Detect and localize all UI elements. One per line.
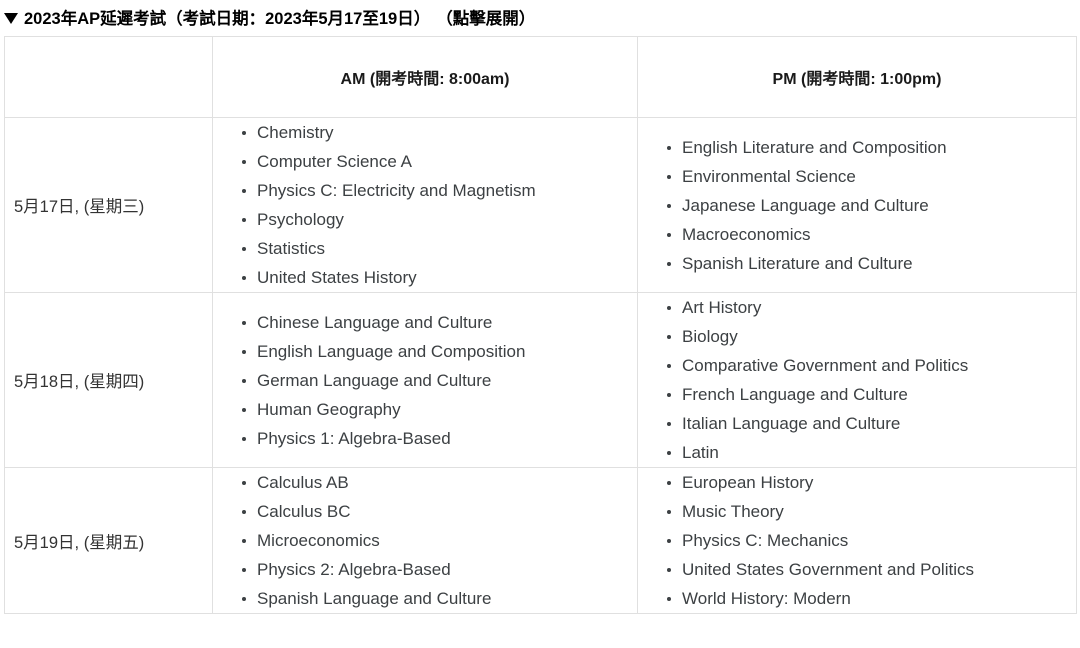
list-item: Chinese Language and Culture (241, 308, 629, 337)
list-item: Japanese Language and Culture (666, 191, 1068, 220)
list-item: Statistics (241, 234, 629, 263)
page-root: 2023年AP延遲考試（考試日期：2023年5月17至19日） （點擊展開） A… (0, 0, 1080, 648)
subject-list: Calculus AB Calculus BC Microeconomics P… (213, 468, 637, 613)
list-item: Human Geography (241, 395, 629, 424)
subject-list: Chemistry Computer Science A Physics C: … (213, 118, 637, 292)
list-item: Latin (666, 438, 1068, 467)
pm-subjects-cell: English Literature and Composition Envir… (637, 117, 1077, 293)
list-item: Spanish Literature and Culture (666, 249, 1068, 278)
list-item: European History (666, 468, 1068, 497)
am-subjects-cell: Calculus AB Calculus BC Microeconomics P… (212, 467, 638, 614)
column-header-pm: PM (開考時間: 1:00pm) (637, 36, 1077, 118)
list-item: Physics 1: Algebra-Based (241, 424, 629, 453)
list-item: Comparative Government and Politics (666, 351, 1068, 380)
exam-date-cell: 5月17日, (星期三) (4, 117, 213, 293)
subject-list: English Literature and Composition Envir… (638, 133, 1076, 278)
list-item: Physics C: Electricity and Magnetism (241, 176, 629, 205)
am-subjects-cell: Chemistry Computer Science A Physics C: … (212, 117, 638, 293)
table-body: 5月17日, (星期三) Chemistry Computer Science … (4, 117, 1077, 614)
list-item: Physics C: Mechanics (666, 526, 1068, 555)
pm-subjects-cell: Art History Biology Comparative Governme… (637, 292, 1077, 468)
list-item: German Language and Culture (241, 366, 629, 395)
table-header-row: AM (開考時間: 8:00am) PM (開考時間: 1:00pm) (4, 36, 1077, 118)
exam-date-cell: 5月19日, (星期五) (4, 467, 213, 614)
table-header: AM (開考時間: 8:00am) PM (開考時間: 1:00pm) (4, 36, 1077, 118)
list-item: Computer Science A (241, 147, 629, 176)
list-item: Calculus BC (241, 497, 629, 526)
table-row: 5月19日, (星期五) Calculus AB Calculus BC Mic… (4, 467, 1077, 614)
table-row: 5月17日, (星期三) Chemistry Computer Science … (4, 117, 1077, 293)
list-item: Art History (666, 293, 1068, 322)
list-item: Physics 2: Algebra-Based (241, 555, 629, 584)
section-title: 2023年AP延遲考試（考試日期：2023年5月17至19日） (24, 10, 431, 28)
pm-subjects-cell: European History Music Theory Physics C:… (637, 467, 1077, 614)
list-item: Microeconomics (241, 526, 629, 555)
list-item: Psychology (241, 205, 629, 234)
column-header-am: AM (開考時間: 8:00am) (212, 36, 638, 118)
am-subjects-cell: Chinese Language and Culture English Lan… (212, 292, 638, 468)
list-item: French Language and Culture (666, 380, 1068, 409)
subject-list: European History Music Theory Physics C:… (638, 468, 1076, 613)
list-item: World History: Modern (666, 584, 1068, 613)
list-item: Music Theory (666, 497, 1068, 526)
list-item: English Language and Composition (241, 337, 629, 366)
list-item: Macroeconomics (666, 220, 1068, 249)
subject-list: Art History Biology Comparative Governme… (638, 293, 1076, 467)
triangle-down-icon[interactable] (4, 12, 18, 24)
list-item: Italian Language and Culture (666, 409, 1068, 438)
list-item: English Literature and Composition (666, 133, 1068, 162)
table-row: 5月18日, (星期四) Chinese Language and Cultur… (4, 292, 1077, 468)
list-item: Environmental Science (666, 162, 1068, 191)
list-item: Calculus AB (241, 468, 629, 497)
list-item: Chemistry (241, 118, 629, 147)
list-item: Biology (666, 322, 1068, 351)
collapsible-section-header[interactable]: 2023年AP延遲考試（考試日期：2023年5月17至19日） （點擊展開） (4, 2, 535, 32)
list-item: United States Government and Politics (666, 555, 1068, 584)
exam-date-cell: 5月18日, (星期四) (4, 292, 213, 468)
subject-list: Chinese Language and Culture English Lan… (213, 308, 637, 453)
list-item: United States History (241, 263, 629, 292)
expand-hint-label: （點擊展開） (436, 10, 536, 28)
ap-exam-schedule-table: AM (開考時間: 8:00am) PM (開考時間: 1:00pm) 5月17… (4, 36, 1077, 614)
column-header-date (4, 36, 213, 118)
list-item: Spanish Language and Culture (241, 584, 629, 613)
